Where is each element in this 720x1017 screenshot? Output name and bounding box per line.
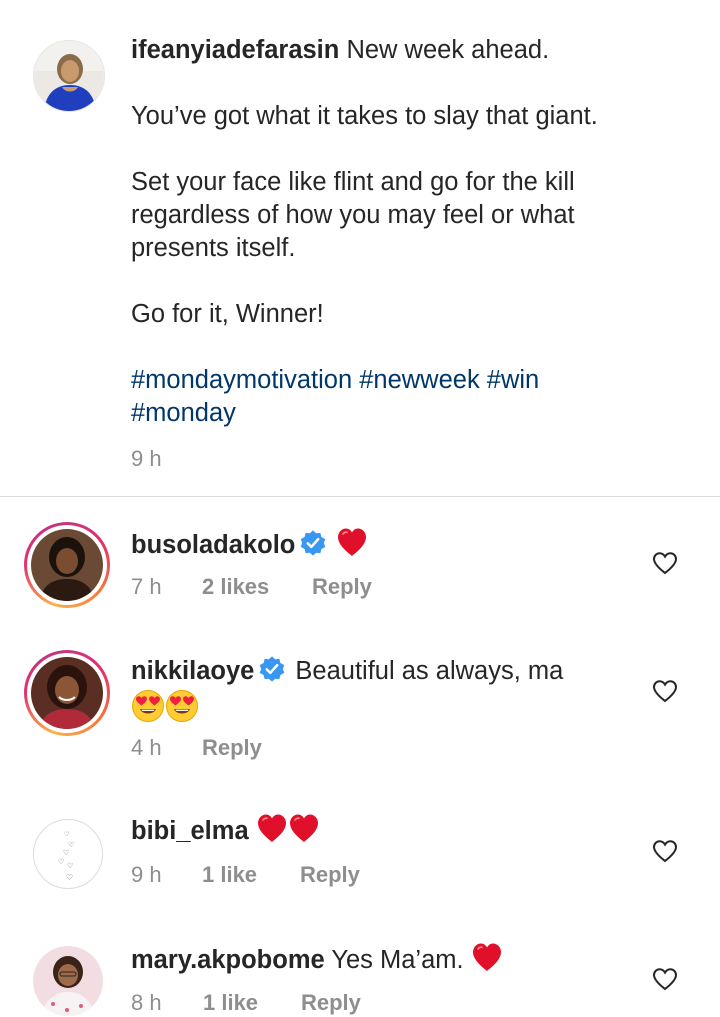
svg-text:♡: ♡ (64, 831, 69, 838)
commenter-avatar[interactable] (24, 650, 110, 736)
svg-text:♡: ♡ (58, 858, 64, 866)
comment-timestamp: 4 h (131, 735, 162, 760)
red-heart-emoji-icon (288, 813, 320, 843)
caption-paragraph-3-line-2: regardless of how you may feel or what (131, 201, 575, 229)
reply-button[interactable]: Reply (301, 990, 361, 1016)
svg-text:♡: ♡ (66, 873, 73, 882)
caption-first-line: New week ahead. (346, 36, 550, 64)
reply-button[interactable]: Reply (312, 574, 372, 600)
red-heart-emoji-icon (336, 527, 368, 557)
caption-paragraph-3-line-1: Set your face like flint and go for the … (131, 168, 575, 196)
comment-likes-count[interactable]: 1 like (202, 862, 257, 888)
comment-username[interactable]: busoladakolo (131, 531, 295, 559)
comment-likes-count[interactable]: 1 like (203, 990, 258, 1016)
comment-username[interactable]: nikkilaoye (131, 657, 254, 685)
commenter-avatar[interactable]: ♡ ♡ ♡ ♡ ♡ ♡ (33, 819, 103, 889)
comment-text: Beautiful as always, ma (295, 657, 564, 685)
caption-paragraph-3-line-3: presents itself. (131, 234, 296, 262)
caption-username[interactable]: ifeanyiadefarasin (131, 36, 339, 64)
heart-outline-icon[interactable] (652, 551, 678, 575)
heart-outline-icon[interactable] (652, 839, 678, 863)
red-heart-emoji-icon (471, 942, 503, 972)
reply-button[interactable]: Reply (202, 735, 262, 761)
post-caption: ifeanyiadefarasin New week ahead. You’ve… (0, 0, 720, 496)
reply-button[interactable]: Reply (300, 862, 360, 888)
hashtags-line-2[interactable]: #monday (131, 397, 691, 430)
svg-text:♡: ♡ (63, 849, 69, 857)
red-heart-emoji-icon (256, 813, 288, 843)
caption-timestamp: 9 h (131, 446, 162, 471)
comment-username[interactable]: bibi_elma (131, 817, 249, 845)
comment-timestamp: 7 h (131, 574, 162, 599)
commenter-avatar[interactable] (24, 522, 110, 608)
commenter-avatar[interactable] (33, 946, 103, 1016)
divider (0, 496, 720, 497)
heart-outline-icon[interactable] (652, 679, 678, 703)
comment-text: Yes Ma’am. (331, 946, 464, 974)
comment-emoji-line (131, 689, 199, 726)
verified-badge-icon (258, 655, 286, 683)
verified-badge-icon (299, 529, 327, 557)
heart-outline-icon[interactable] (652, 967, 678, 991)
comment-timestamp: 9 h (131, 862, 162, 887)
caption-text: ifeanyiadefarasin New week ahead. You’ve… (131, 34, 691, 430)
comment-username[interactable]: mary.akpobome (131, 946, 325, 974)
hashtags-line-1[interactable]: #mondaymotivation #newweek #win (131, 364, 691, 397)
heart-eyes-emoji-icon (165, 689, 199, 723)
caption-paragraph-2: You’ve got what it takes to slay that gi… (131, 102, 598, 130)
caption-paragraph-4: Go for it, Winner! (131, 300, 324, 328)
svg-text:♡: ♡ (68, 841, 74, 849)
heart-eyes-emoji-icon (131, 689, 165, 723)
svg-text:♡: ♡ (67, 862, 73, 870)
comment-likes-count[interactable]: 2 likes (202, 574, 269, 600)
author-avatar[interactable] (33, 40, 105, 112)
comment-timestamp: 8 h (131, 990, 162, 1015)
